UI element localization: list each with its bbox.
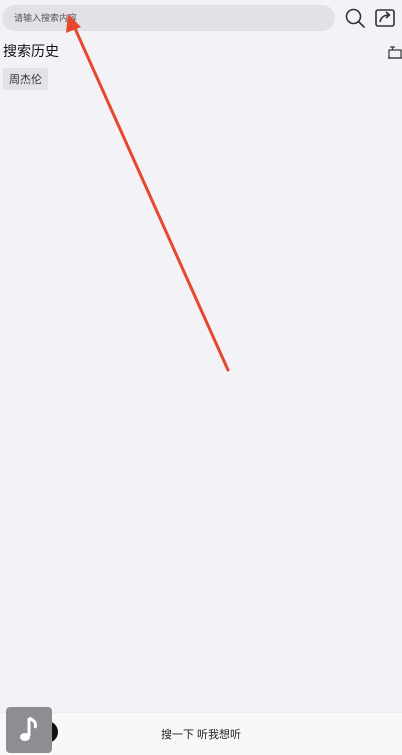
clear-history-button[interactable]	[386, 44, 402, 60]
search-history-title: 搜索历史	[3, 43, 59, 59]
history-item[interactable]: 周杰伦	[3, 68, 48, 90]
annotation-arrow	[66, 14, 230, 372]
search-button[interactable]	[343, 6, 367, 30]
trash-icon	[388, 46, 402, 59]
share-icon	[375, 9, 395, 27]
player-slogan: 搜一下 听我想听	[160, 729, 242, 741]
player-bar[interactable]: 搜一下 听我想听	[0, 707, 402, 755]
search-input[interactable]	[2, 5, 335, 31]
search-icon	[345, 8, 365, 28]
share-button[interactable]	[373, 6, 397, 30]
